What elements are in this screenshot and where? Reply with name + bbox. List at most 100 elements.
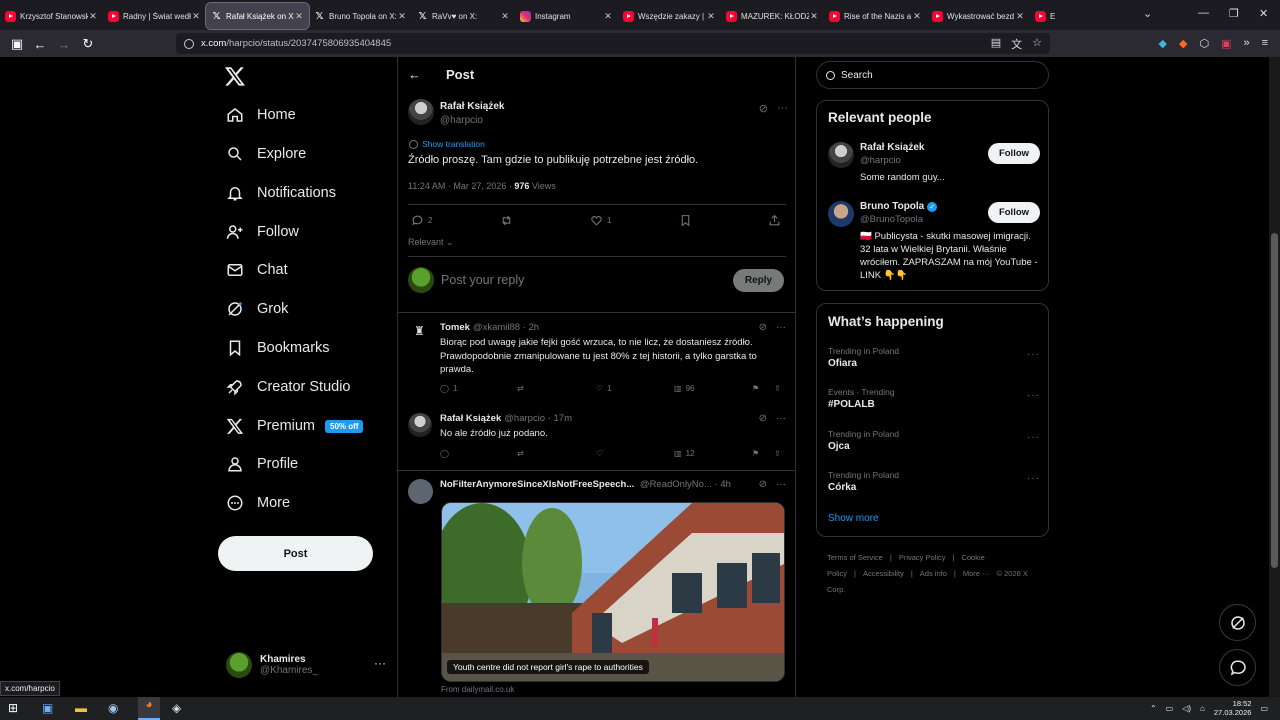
browser-tab[interactable]: 𝕏 Bruno Topola on X: ✕ [309, 3, 412, 29]
grok-fab-button[interactable] [1219, 604, 1256, 641]
browser-tab[interactable]: Wykastrować bezd ✕ [927, 3, 1030, 29]
notifications-icon[interactable]: ▭ [1260, 704, 1268, 713]
fox-extension-icon[interactable]: ◆ [1179, 37, 1187, 50]
browser-tab[interactable]: E [1030, 3, 1074, 29]
more-icon[interactable]: ··· [777, 102, 788, 115]
sidebar-toggle-icon[interactable]: ▣ [8, 35, 26, 53]
reader-view-icon[interactable]: ▤ [991, 36, 1001, 52]
post-time[interactable]: 11:24 AM · Mar 27, 2026 · [408, 181, 514, 191]
shield-extension-icon[interactable]: ◆ [1159, 37, 1167, 50]
repost-button[interactable]: ⇄ [517, 384, 524, 393]
comment-item[interactable]: NoFilterAnymoreSinceXIsNotFreeSpeech... … [408, 479, 786, 504]
like-button[interactable]: ♡ [596, 449, 603, 458]
extensions-icon[interactable]: ⬡ [1199, 37, 1209, 50]
back-button[interactable]: ← [31, 35, 49, 53]
grok-icon[interactable]: ⊘ [759, 102, 768, 115]
reply-button[interactable]: 2 [411, 214, 432, 227]
browser-tab[interactable]: 𝕏 RaVv♥ on X: ✕ [412, 3, 515, 29]
address-bar[interactable]: x.com/harpcio/status/2037475806935404845… [176, 33, 1050, 54]
tab-close-icon[interactable]: ✕ [706, 11, 716, 22]
file-explorer-icon[interactable]: ▬ [75, 701, 90, 716]
page-scrollbar[interactable] [1269, 57, 1280, 697]
footer-link[interactable]: Privacy Policy [899, 553, 946, 562]
nav-item-premium[interactable]: Premium 50% off [226, 411, 364, 441]
more-icon[interactable]: ··· [1027, 432, 1040, 443]
language-icon[interactable]: ⌂ [1200, 704, 1205, 713]
close-window-button[interactable]: ✕ [1259, 7, 1268, 20]
windows-start-icon[interactable]: ⊞ [8, 701, 23, 716]
tab-close-icon[interactable]: ✕ [809, 11, 819, 22]
tab-close-icon[interactable]: ✕ [500, 11, 510, 22]
bookmark-button[interactable] [679, 214, 692, 227]
minimize-button[interactable]: — [1198, 7, 1209, 19]
grok-icon[interactable]: ⊘ [759, 413, 767, 424]
repost-button[interactable] [500, 214, 513, 227]
nav-item-grok[interactable]: Grok [226, 294, 288, 324]
comment-item[interactable]: ♜ Tomek @xkamil88 · 2h ⊘ ··· Biorąc pod uw… [408, 322, 786, 402]
translate-icon[interactable]: 文 [1011, 36, 1022, 52]
overflow-menu-icon[interactable]: » [1243, 37, 1249, 50]
nav-item-follow[interactable]: Follow [226, 217, 299, 247]
footer-link[interactable]: Terms of Service [827, 553, 883, 562]
follow-button[interactable]: Follow [988, 202, 1040, 223]
tab-close-icon[interactable]: ✕ [1015, 11, 1025, 22]
browser-tab[interactable]: MAZUREK: KŁODZK✕ [721, 3, 824, 29]
comment-author-name[interactable]: Tomek [440, 322, 470, 333]
footer-link[interactable]: Ads info [920, 569, 947, 578]
footer-link[interactable]: More ··· [963, 569, 990, 578]
trend-item[interactable]: Events · Trending #POLALB ··· [828, 387, 1040, 410]
post-button[interactable]: Post [218, 536, 373, 571]
follow-button[interactable]: Follow [988, 143, 1040, 164]
more-icon[interactable]: ··· [776, 322, 786, 333]
person-item[interactable]: Bruno Topola ✓ @BrunoTopola 🇵🇱 Publicysta… [828, 201, 1040, 281]
link-source[interactable]: From dailymail.co.uk [441, 685, 514, 694]
like-button[interactable]: ♡ 1 [596, 384, 612, 393]
maximize-button[interactable]: ❐ [1229, 7, 1239, 20]
share-button[interactable]: ⇪ [774, 384, 781, 393]
trend-item[interactable]: Trending in Poland Córka ··· [828, 470, 1040, 493]
nav-item-more[interactable]: More [226, 488, 290, 518]
reply-button[interactable]: ◯ [440, 449, 449, 458]
trend-item[interactable]: Trending in Poland Ojca ··· [828, 429, 1040, 452]
comment-avatar-icon[interactable]: ♜ [414, 324, 426, 338]
author-handle[interactable]: @harpcio [440, 115, 483, 126]
more-icon[interactable]: ··· [1027, 390, 1040, 401]
nav-item-notifications[interactable]: Notifications [226, 178, 336, 208]
comment-author-name[interactable]: NoFilterAnymoreSinceXIsNotFreeSpeech... [440, 479, 634, 490]
bookmark-star-icon[interactable]: ☆ [1032, 36, 1042, 52]
show-more-link[interactable]: Show more [828, 513, 879, 524]
comment-avatar[interactable] [408, 479, 433, 504]
share-button[interactable] [768, 214, 781, 227]
like-button[interactable]: 1 [590, 214, 611, 227]
person-item[interactable]: Rafał Książek @harpcio Some random guy..… [828, 142, 1040, 187]
monitor-app-icon[interactable]: ▣ [42, 701, 57, 716]
browser-tab[interactable]: Instagram ✕ [515, 3, 618, 29]
person-name[interactable]: Rafał Książek [860, 142, 924, 153]
volume-icon[interactable]: ◁) [1182, 704, 1191, 713]
grok-icon[interactable]: ⊘ [759, 479, 767, 490]
app-icon[interactable]: ◈ [172, 701, 187, 716]
nav-item-chat[interactable]: Chat [226, 255, 288, 285]
footer-link[interactable]: Accessibility [863, 569, 904, 578]
views-button[interactable]: ▥ 96 [674, 384, 694, 393]
x-logo-icon[interactable] [224, 65, 246, 87]
comment-author-name[interactable]: Rafał Książek [440, 413, 501, 424]
hamburger-menu-icon[interactable]: ≡ [1262, 37, 1268, 50]
forward-button[interactable]: → [55, 35, 73, 53]
network-icon[interactable]: ▭ [1166, 704, 1174, 713]
tab-list-chevron-icon[interactable]: ⌄ [1143, 7, 1152, 20]
tab-close-icon[interactable]: ✕ [603, 11, 613, 22]
share-button[interactable]: ⇪ [774, 449, 781, 458]
person-avatar[interactable] [828, 142, 854, 168]
firefox-icon[interactable]: ◕ [138, 697, 160, 720]
repost-button[interactable]: ⇄ [517, 449, 524, 458]
reload-button[interactable]: ↻ [79, 35, 97, 53]
trend-item[interactable]: Trending in Poland Ofiara ··· [828, 346, 1040, 369]
scrollbar-thumb[interactable] [1271, 233, 1278, 568]
tab-close-icon[interactable]: ✕ [191, 11, 201, 22]
more-icon[interactable]: ··· [776, 479, 786, 490]
back-arrow-icon[interactable]: ← [408, 67, 421, 82]
author-avatar[interactable] [408, 99, 434, 125]
nav-item-creator-studio[interactable]: Creator Studio [226, 372, 351, 402]
account-switcher[interactable]: Khamires @Khamires_ ··· [226, 648, 386, 682]
